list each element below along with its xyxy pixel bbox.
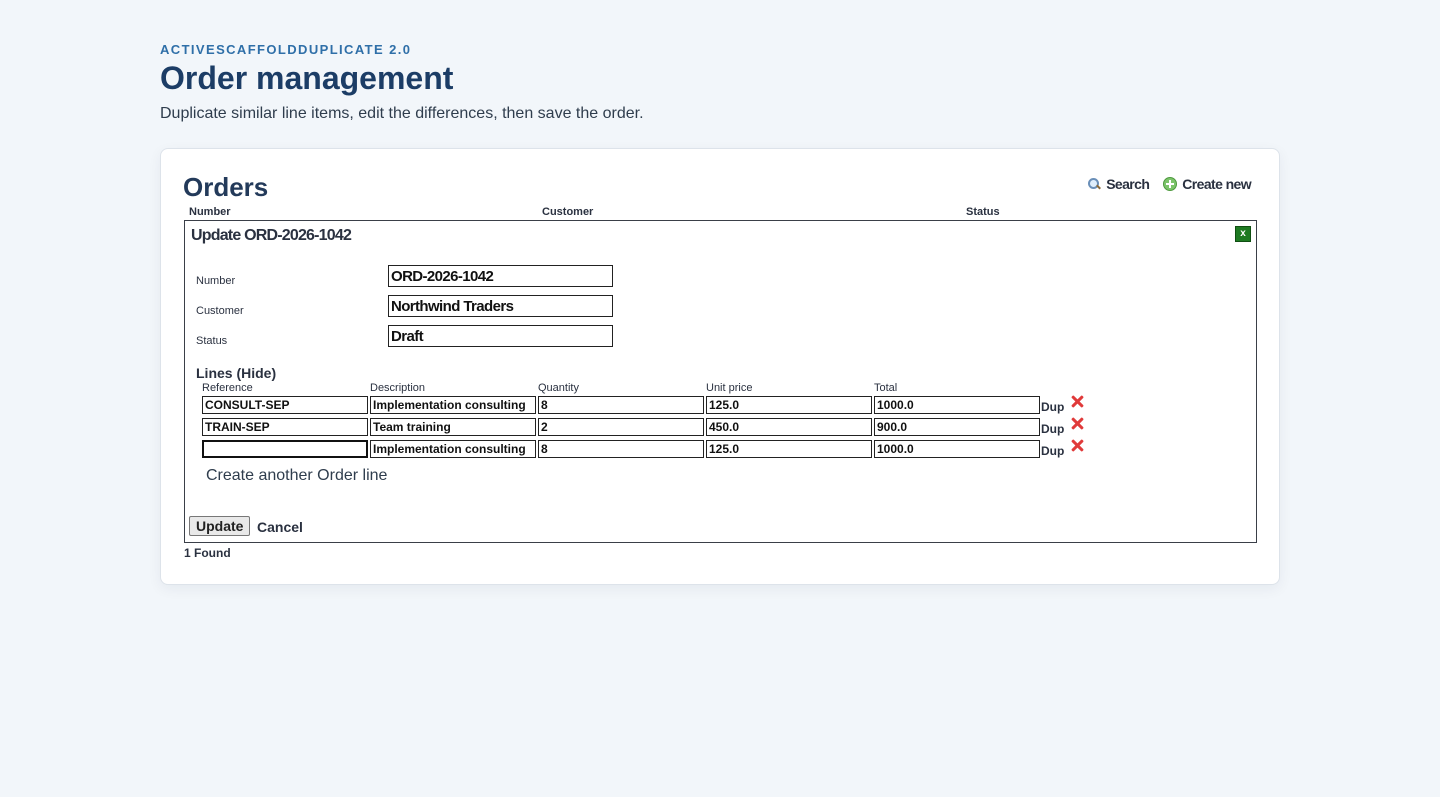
duplicate-line-link[interactable]: Dup: [1041, 444, 1064, 458]
search-link[interactable]: Search: [1087, 176, 1150, 192]
line-description-input[interactable]: [370, 418, 536, 436]
customer-label: Customer: [196, 305, 244, 317]
orders-actions: Search Create new: [1087, 176, 1252, 192]
results-count: 1 Found: [184, 546, 231, 560]
page-title: Order management: [160, 60, 454, 96]
update-button[interactable]: Update: [189, 516, 251, 536]
update-form: Update ORD-2026-1042 x Number Customer S…: [184, 220, 1257, 543]
orders-panel: Orders Search Create new Number Customer…: [160, 148, 1280, 585]
app-eyebrow: ACTIVESCAFFOLDDUPLICATE 2.0: [160, 42, 412, 57]
status-field[interactable]: [388, 325, 613, 347]
line-quantity-input[interactable]: [538, 440, 704, 458]
create-new-link-label: Create new: [1182, 176, 1251, 192]
number-field[interactable]: [388, 265, 613, 287]
line-total-input[interactable]: [874, 440, 1040, 458]
line-total-input[interactable]: [874, 396, 1040, 414]
close-form-button[interactable]: x: [1235, 226, 1251, 242]
line-reference-input[interactable]: [202, 440, 368, 458]
line-row: Dup: [202, 418, 1102, 438]
column-header-customer[interactable]: Customer: [542, 206, 593, 218]
page-subtitle: Duplicate similar line items, edit the d…: [160, 105, 644, 122]
customer-field[interactable]: [388, 295, 613, 317]
magnifier-icon: [1087, 177, 1101, 191]
cancel-link[interactable]: Cancel: [257, 519, 303, 535]
lines-heading-label: Lines: [196, 365, 233, 381]
lines-column-quantity: Quantity: [538, 382, 579, 394]
add-circle-icon: [1163, 177, 1178, 191]
line-total-input[interactable]: [874, 418, 1040, 436]
delete-icon[interactable]: [1070, 394, 1084, 408]
search-link-label: Search: [1106, 176, 1150, 192]
line-reference-input[interactable]: [202, 396, 368, 414]
number-label: Number: [196, 275, 236, 287]
update-form-title: Update ORD-2026-1042: [191, 227, 352, 244]
line-description-input[interactable]: [370, 396, 536, 414]
line-unit-price-input[interactable]: [706, 440, 872, 458]
column-header-status[interactable]: Status: [966, 206, 1000, 218]
line-reference-input[interactable]: [202, 418, 368, 436]
create-another-line-link[interactable]: Create another Order line: [206, 467, 387, 485]
lines-column-reference: Reference: [202, 382, 253, 394]
delete-icon[interactable]: [1070, 416, 1084, 430]
line-unit-price-input[interactable]: [706, 396, 872, 414]
line-row: Dup: [202, 396, 1102, 416]
lines-column-total: Total: [874, 382, 898, 394]
lines-hide-toggle[interactable]: (Hide): [236, 365, 276, 381]
line-quantity-input[interactable]: [538, 418, 704, 436]
duplicate-line-link[interactable]: Dup: [1041, 422, 1064, 436]
line-quantity-input[interactable]: [538, 396, 704, 414]
orders-title: Orders: [183, 172, 269, 202]
column-header-number[interactable]: Number: [189, 206, 231, 218]
lines-column-description: Description: [370, 382, 426, 394]
create-new-link[interactable]: Create new: [1163, 176, 1252, 192]
duplicate-line-link[interactable]: Dup: [1041, 400, 1064, 414]
line-unit-price-input[interactable]: [706, 418, 872, 436]
line-description-input[interactable]: [370, 440, 536, 458]
line-row: Dup: [202, 440, 1102, 460]
lines-column-unit-price: Unit price: [706, 382, 753, 394]
lines-heading: Lines (Hide): [196, 365, 276, 381]
status-label: Status: [196, 335, 228, 347]
delete-icon[interactable]: [1070, 438, 1084, 452]
